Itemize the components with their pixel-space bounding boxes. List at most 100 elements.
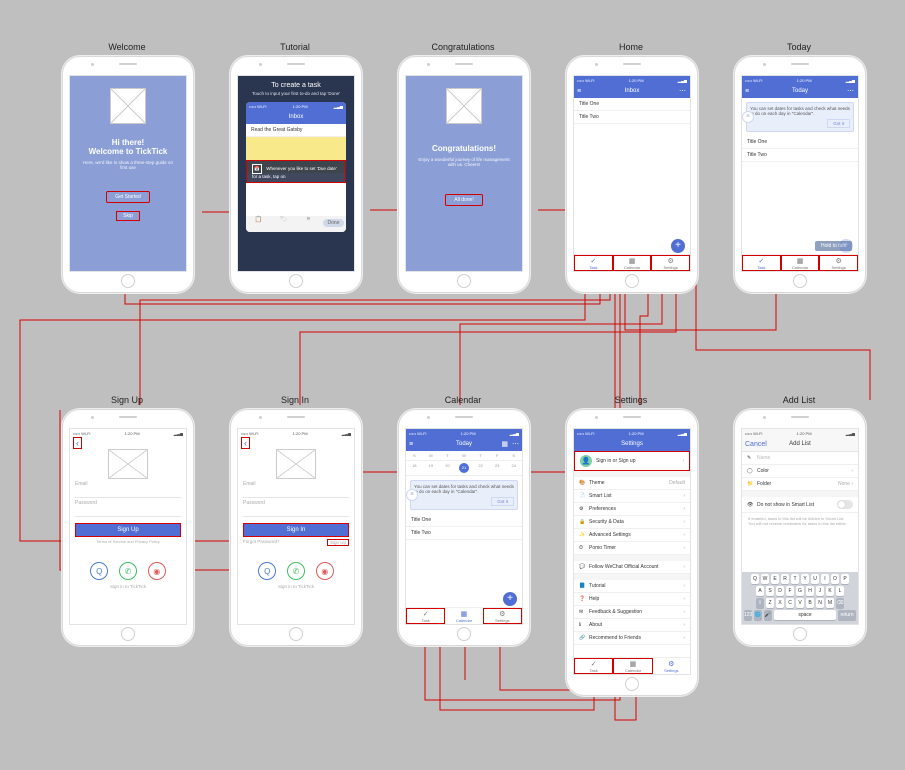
password-field[interactable] [75,506,181,517]
return-key[interactable]: return [838,610,856,620]
delete-key[interactable]: ⌫ [836,598,844,608]
settings-item[interactable]: ℹAbout› [574,619,690,632]
tab-settings[interactable]: ⚙Settings [483,608,522,624]
got-it-button[interactable]: Got it [827,119,850,128]
settings-follow[interactable]: 💬Follow WeChat Official Account› [574,561,690,574]
forgot-link[interactable]: Forgot Password? [243,539,280,546]
settings-item[interactable]: ⏱Pomo Timer› [574,542,690,555]
get-started-button[interactable]: Get Started [106,191,150,203]
hamburger-icon[interactable]: ≡ [406,437,420,451]
social-qq-icon[interactable]: Q [258,562,276,580]
calendar-nav-title: Today [456,441,472,447]
smart-toggle-row[interactable]: 👁 Do not show in Smart List [742,497,858,513]
tab-task[interactable]: ✓Task [574,255,613,271]
social-qq-icon[interactable]: Q [90,562,108,580]
name-field[interactable]: ✎Name [742,452,858,465]
calendar-day-header: SM TW TF S [406,451,522,461]
addlist-nav-title: Add List [789,441,811,447]
tab-calendar[interactable]: ▦Calendar [781,255,820,271]
close-icon[interactable]: × [406,489,418,501]
settings-item[interactable]: ⚙Preferences› [574,503,690,516]
tutorial-heading: To create a task [246,82,346,89]
hamburger-icon[interactable]: ≡ [574,84,588,98]
settings-item-theme[interactable]: 🎨 Theme Default [574,477,690,490]
password-label: Password [238,498,354,506]
lock-icon: 🔒 [579,519,589,525]
tab-settings[interactable]: ⚙Settings [651,255,690,271]
task-row[interactable]: Title One [406,514,522,527]
social-wechat-icon[interactable]: ✆ [119,562,137,580]
tab-task[interactable]: ✓Task [406,608,445,624]
email-field[interactable] [243,487,349,498]
keyboard[interactable]: QW ER TY UI OP AS DF GH JK L ⇧ ZX CV [742,572,858,624]
globe-key[interactable]: 🌐 [754,610,762,620]
close-icon[interactable]: × [742,111,754,123]
back-icon[interactable]: ‹ [73,437,82,449]
more-icon[interactable]: ⋯ [844,84,858,98]
back-icon[interactable]: ‹ [241,437,250,449]
welcome-sub: Here, we'd like to show a three-step gui… [70,156,186,174]
tab-calendar[interactable]: ▦Calendar [445,608,482,624]
signup-button[interactable]: Sign Up [75,523,181,537]
color-field[interactable]: ◯Color› [742,465,858,478]
congrats-sub: Enjoy a wonderful journey of life manage… [406,153,522,171]
adv-icon: ✨ [579,532,589,538]
tab-settings[interactable]: ⚙Settings [819,255,858,271]
grid-icon[interactable]: ▦ [501,440,508,448]
mic-key[interactable]: 🎤 [764,610,772,620]
task-row[interactable]: Title Two [574,111,690,124]
folder-field[interactable]: 📁FolderNone › [742,478,858,491]
more-icon[interactable]: ⋯ [512,440,519,448]
settings-item[interactable]: 🔒Security & Data› [574,516,690,529]
image-placeholder [276,449,316,479]
task-row[interactable]: Title One [742,136,858,149]
sample-task-row: Read the Great Gatsby [246,124,346,137]
phone-signup: ••••• Wi-Fi1:20 PM▂▃▅ ‹ Email Password S… [62,409,194,646]
settings-item[interactable]: ✨Advanced Settings› [574,529,690,542]
welcome-h1: Hi there! [70,138,186,147]
tab-calendar[interactable]: ▦Calendar [613,255,652,271]
label-today: Today [734,42,864,52]
label-addlist: Add List [734,395,864,405]
skip-button[interactable]: Skip [116,211,140,221]
tab-task[interactable]: ✓Task [742,255,781,271]
social-weibo-icon[interactable]: ◉ [316,562,334,580]
tab-task[interactable]: ✓Task [574,658,613,674]
settings-item[interactable]: 📄Smart List› [574,490,690,503]
settings-item[interactable]: 📘Tutorial› [574,580,690,593]
password-field[interactable] [243,506,349,517]
shift-key[interactable]: ⇧ [756,598,764,608]
hamburger-icon[interactable]: ≡ [742,84,756,98]
add-task-fab[interactable]: + [503,592,517,606]
all-done-button[interactable]: All done! [445,194,482,206]
task-row[interactable]: Title One [574,98,690,111]
cancel-button[interactable]: Cancel [742,437,770,451]
wechat-icon: 💬 [579,564,589,570]
congrats-heading: Congratulations! [406,144,522,153]
image-placeholder [108,449,148,479]
tab-settings[interactable]: ⚙Settings [653,658,690,674]
more-icon[interactable]: ⋯ [676,84,690,98]
toggle-switch[interactable] [837,500,853,509]
signin-button[interactable]: Sign In [243,523,349,537]
email-label: Email [238,479,354,487]
phone-addlist: ••••• Wi-Fi1:20 PM▂▃▅ Cancel Add List ✎N… [734,409,866,646]
terms-text: Terms of Service and Privacy Policy [70,539,186,544]
tab-calendar[interactable]: ▦Calendar [613,658,652,674]
settings-item[interactable]: 🔗Recommend to Friends› [574,632,690,645]
settings-item[interactable]: ❓Help› [574,593,690,606]
task-row[interactable]: Title Two [406,527,522,540]
social-weibo-icon[interactable]: ◉ [148,562,166,580]
social-wechat-icon[interactable]: ✆ [287,562,305,580]
settings-item[interactable]: ✉Feedback & Suggestion› [574,606,690,619]
tutorial-hint[interactable]: 📅 Whenever you like to set 'Due date' fo… [246,160,346,183]
task-row[interactable]: Title Two [742,149,858,162]
signin-row[interactable]: 👤 Sign in or Sign up › [574,451,690,471]
create-link[interactable]: Sign Up [327,539,349,546]
got-it-button[interactable]: Got it [491,497,514,506]
signup-footer: Sign in to TickTick [70,584,186,589]
email-field[interactable] [75,487,181,498]
add-task-fab[interactable]: + [671,239,685,253]
num-key[interactable]: 123 [744,610,752,620]
space-key[interactable]: space [774,610,836,620]
